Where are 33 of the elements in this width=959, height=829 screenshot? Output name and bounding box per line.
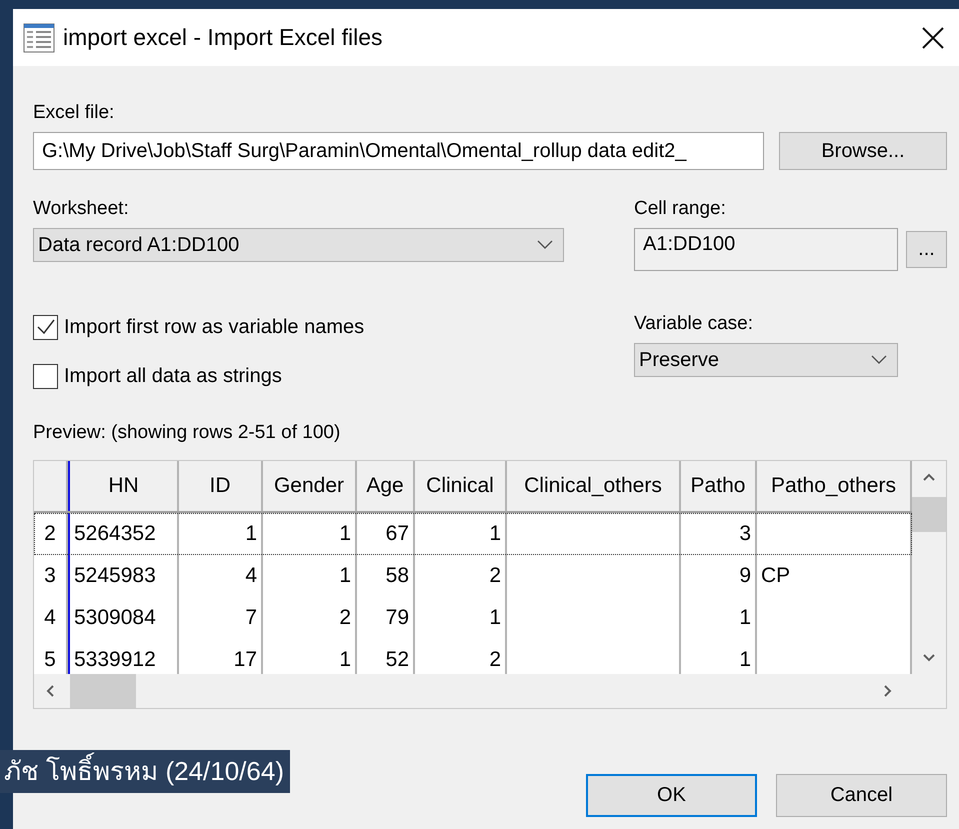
caret-icon (537, 240, 553, 250)
range-picker-button[interactable]: ... (906, 231, 947, 268)
column-header: HN (68, 461, 179, 511)
horizontal-scrollbar[interactable] (34, 674, 912, 708)
preview-label: Preview: (showing rows 2-51 of 100) (33, 422, 342, 444)
file-path-field[interactable]: G:\My Drive\Job\Staff Surg\Paramin\Omental\Omental_rollup data edit2_ (33, 132, 764, 170)
column-header: Clinical (415, 461, 507, 511)
checkbox[interactable] (33, 314, 58, 340)
column-header: ID (179, 461, 263, 511)
scroll-thumb[interactable] (70, 674, 136, 708)
scroll-thumb[interactable] (912, 497, 946, 532)
field-label: Worksheet: (33, 198, 130, 220)
field-label: Variable case: (634, 313, 754, 335)
column-header: Patho (681, 461, 757, 511)
cell-range-field[interactable]: A1:DD100 (634, 228, 898, 271)
field-label: Cell range: (634, 198, 727, 220)
caret-icon (871, 355, 887, 365)
checkbox-label: Import all data as strings (64, 364, 282, 388)
field-label: Excel file: (33, 102, 116, 124)
column-header: Clinical_others (507, 461, 681, 511)
checkbox[interactable] (33, 364, 58, 388)
checkbox-label: Import first row as variable names (64, 316, 364, 338)
worksheet-dropdown[interactable]: Data record A1:DD100 (33, 228, 564, 262)
variable-case-dropdown[interactable]: Preserve (634, 343, 898, 377)
column-header: Gender (263, 461, 357, 511)
table-row[interactable]: 2 5264352 1 1 67 1 3 (34, 513, 912, 555)
table-icon (23, 22, 55, 52)
browse-button[interactable]: Browse... (779, 132, 947, 170)
ok-button[interactable]: OK (586, 774, 757, 817)
caption-text: ภัช โพธิ์พรหม (24/10/64) (0, 750, 290, 793)
window-title: import excel - Import Excel files (63, 24, 384, 51)
cancel-button[interactable]: Cancel (776, 774, 947, 817)
column-header: Age (357, 461, 415, 511)
